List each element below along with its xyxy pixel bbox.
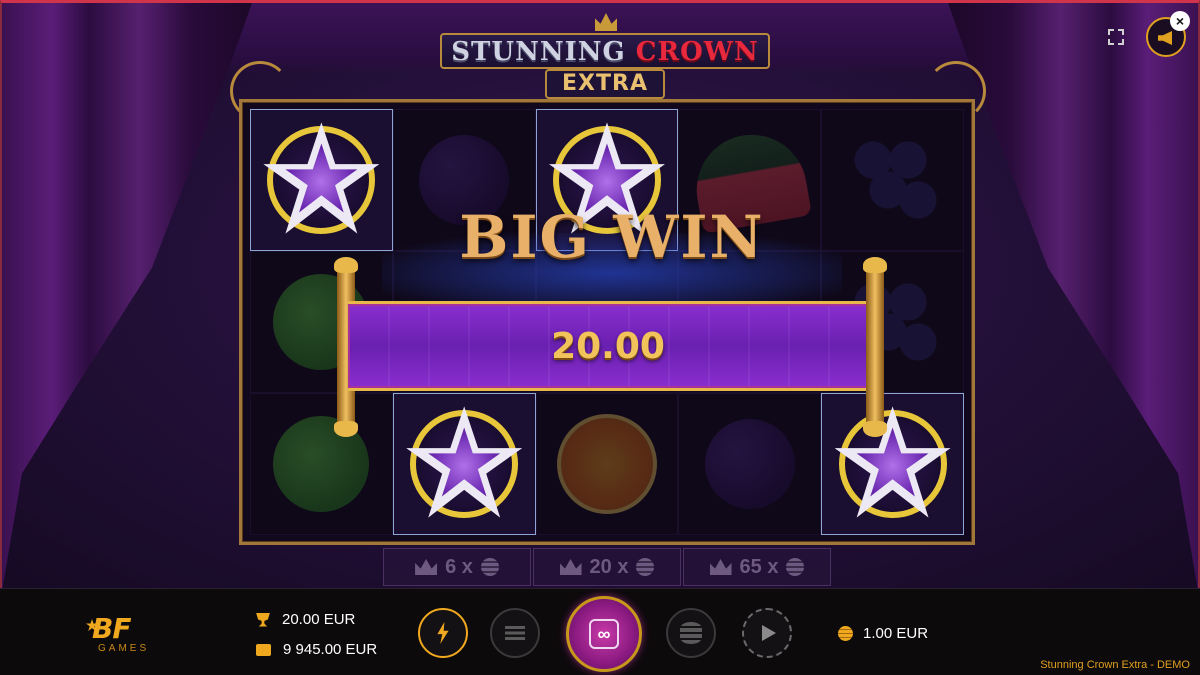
logo-title: STUNNING CROWN (440, 37, 770, 67)
logo-word-extra: EXTRA (545, 69, 665, 99)
coin-icon (838, 626, 853, 641)
paytable-label: 20 x (589, 555, 629, 578)
infinity-icon: ∞ (589, 619, 619, 649)
star-symbol-icon (406, 406, 523, 522)
game-logo: STUNNING CROWN EXTRA (440, 13, 770, 99)
bet-value: 1.00 EUR (863, 625, 929, 642)
close-icon[interactable]: × (1170, 11, 1190, 31)
lightning-icon (437, 622, 449, 644)
coin-stack-icon (480, 558, 499, 576)
autoplay-button[interactable] (742, 608, 792, 658)
coin-stack-icon (680, 622, 702, 644)
top-right-controls: × (1106, 11, 1190, 57)
crown-icon (415, 559, 438, 575)
star-symbol-icon (263, 122, 380, 238)
reel-cell (250, 393, 393, 535)
brand-sub: GAMES (98, 643, 150, 654)
logo-word-crown: CROWN (635, 37, 759, 67)
win-banner: 20.00 (348, 301, 868, 391)
paytable-row: 6 x 20 x 65 x (383, 548, 831, 586)
last-win-display: 20.00 EUR (256, 611, 355, 628)
banner-right-rod (863, 257, 887, 437)
brand-name: BF (92, 612, 131, 645)
sound-toggle-button[interactable]: × (1146, 11, 1190, 57)
paytable-entry: 6 x (383, 548, 531, 586)
demo-label: Stunning Crown Extra - DEMO (1040, 659, 1190, 671)
paytable-entry: 20 x (533, 548, 681, 586)
paytable-label: 65 x (739, 555, 779, 578)
fullscreen-icon[interactable] (1106, 27, 1126, 47)
spin-button[interactable]: ∞ (566, 596, 642, 672)
left-curtain (2, 3, 252, 588)
last-win-value: 20.00 EUR (282, 611, 356, 628)
speaker-icon (1158, 31, 1172, 45)
wallet-icon (256, 643, 271, 656)
trophy-icon (256, 612, 270, 627)
star-symbol-icon (834, 406, 951, 522)
big-win-headline: BIG WIN (459, 203, 765, 271)
bet-display: 1.00 EUR (838, 625, 928, 642)
reel-cell (535, 393, 679, 535)
reel-cell (821, 109, 964, 251)
menu-icon (505, 626, 525, 640)
plum-symbol-icon (704, 419, 795, 509)
logo-word-stunning: STUNNING (451, 37, 626, 67)
bet-button[interactable] (666, 608, 716, 658)
balance-display: 9 945.00 EUR (256, 641, 377, 658)
menu-button[interactable] (490, 608, 540, 658)
win-amount: 20.00 (551, 326, 665, 367)
orange-symbol-icon (556, 414, 657, 514)
reel-cell (392, 393, 536, 535)
play-icon (762, 625, 776, 641)
paytable-label: 6 x (445, 555, 473, 578)
reel-cell (250, 109, 393, 251)
grapes-symbol-icon (842, 130, 943, 230)
coin-stack-icon (786, 558, 805, 576)
crown-icon (559, 559, 582, 575)
turbo-button[interactable] (418, 608, 468, 658)
coin-stack-icon (636, 558, 655, 576)
reel-cell (678, 393, 822, 535)
game-stage: STUNNING CROWN EXTRA × BIG WIN 20.00 6 x… (0, 0, 1200, 588)
paytable-entry: 65 x (683, 548, 831, 586)
bottom-bar: BF GAMES 20.00 EUR 9 945.00 EUR ∞ 1.00 E… (0, 588, 1200, 675)
crown-icon (709, 559, 732, 575)
bf-games-logo: BF GAMES (86, 612, 172, 655)
balance-value: 9 945.00 EUR (283, 641, 378, 658)
reel-cell (821, 393, 964, 535)
